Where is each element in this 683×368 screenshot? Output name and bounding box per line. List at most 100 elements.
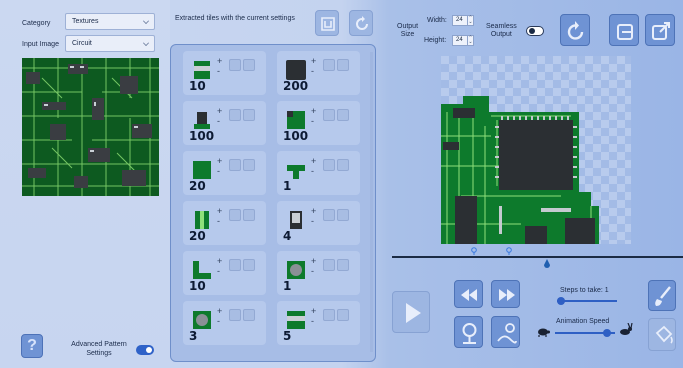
lock-tile-icon[interactable]: [229, 159, 241, 171]
decrease-weight-button[interactable]: -: [311, 266, 314, 276]
lock-tile-icon[interactable]: [229, 259, 241, 271]
lock-tile-icon[interactable]: [229, 209, 241, 221]
decrease-weight-button[interactable]: -: [217, 166, 220, 176]
increase-weight-button[interactable]: +: [217, 256, 222, 266]
decrease-weight-button[interactable]: -: [217, 316, 220, 326]
tile-card[interactable]: 5 + -: [277, 301, 360, 345]
decrease-weight-button[interactable]: -: [311, 66, 314, 76]
paint-bucket-icon: [655, 325, 673, 344]
seamless-toggle[interactable]: [526, 26, 544, 36]
timeline-marker-icon[interactable]: [471, 247, 477, 255]
increase-weight-button[interactable]: +: [217, 306, 222, 316]
decrease-weight-button[interactable]: -: [217, 116, 220, 126]
height-spinner[interactable]: 24 ⌃ ⌄: [452, 35, 474, 46]
lock-tile-icon[interactable]: [323, 309, 335, 321]
tile-card[interactable]: 20 + -: [183, 151, 266, 195]
refresh-tiles-button[interactable]: [349, 10, 373, 36]
rotate-tile-icon[interactable]: [243, 259, 255, 271]
fast-forward-button[interactable]: [491, 280, 520, 308]
decrease-weight-button[interactable]: -: [311, 216, 314, 226]
steps-slider[interactable]: [557, 297, 617, 305]
rotate-tile-icon[interactable]: [337, 309, 349, 321]
category-select[interactable]: Textures: [65, 13, 155, 30]
rotate-tile-icon[interactable]: [337, 209, 349, 221]
timeline-bar[interactable]: [392, 256, 683, 258]
lock-tile-icon[interactable]: [229, 309, 241, 321]
tile-card[interactable]: 1 + -: [277, 251, 360, 295]
lock-tile-icon[interactable]: [323, 259, 335, 271]
play-button[interactable]: [392, 291, 430, 333]
increase-weight-button[interactable]: +: [311, 106, 316, 116]
rotate-tile-icon[interactable]: [243, 159, 255, 171]
add-marker-button[interactable]: [454, 316, 483, 348]
rewind-button[interactable]: [454, 280, 483, 308]
playhead-icon[interactable]: [544, 259, 550, 269]
help-button[interactable]: ?: [21, 334, 43, 358]
tile-card[interactable]: 10 + -: [183, 51, 266, 95]
rotate-tile-icon[interactable]: [243, 59, 255, 71]
tile-card[interactable]: 200 + -: [277, 51, 360, 95]
rotate-tile-icon[interactable]: [337, 59, 349, 71]
tile-count: 5: [283, 329, 292, 343]
rotate-tile-icon[interactable]: [337, 259, 349, 271]
save-icon: [617, 24, 633, 40]
lock-tile-icon[interactable]: [229, 109, 241, 121]
spinner-arrows-icon[interactable]: ⌃ ⌄: [467, 16, 473, 25]
paint-button[interactable]: [648, 280, 676, 311]
decrease-weight-button[interactable]: -: [217, 216, 220, 226]
tile-card[interactable]: 3 + -: [183, 301, 266, 345]
increase-weight-button[interactable]: +: [217, 206, 222, 216]
restart-button[interactable]: [560, 14, 590, 46]
timeline-marker-icon[interactable]: [506, 247, 512, 255]
decrease-weight-button[interactable]: -: [217, 66, 220, 76]
tile-card[interactable]: 1 + -: [277, 151, 360, 195]
tile-count: 1: [283, 279, 292, 293]
tile-card[interactable]: 100 + -: [183, 101, 266, 145]
rotate-tile-icon[interactable]: [243, 209, 255, 221]
decrease-weight-button[interactable]: -: [311, 166, 314, 176]
marker-options-button[interactable]: [491, 316, 520, 348]
tile-card[interactable]: 20 + -: [183, 201, 266, 245]
seamless-label-line2: Output: [490, 31, 512, 38]
lock-tile-icon[interactable]: [323, 159, 335, 171]
increase-weight-button[interactable]: +: [311, 156, 316, 166]
tile-card[interactable]: 10 + -: [183, 251, 266, 295]
increase-weight-button[interactable]: +: [311, 56, 316, 66]
decrease-weight-button[interactable]: -: [311, 316, 314, 326]
tile-count: 4: [283, 229, 292, 243]
advanced-settings-toggle[interactable]: [136, 345, 154, 355]
export-button[interactable]: [645, 14, 675, 46]
save-button[interactable]: [609, 14, 639, 46]
rotate-tile-icon[interactable]: [243, 309, 255, 321]
output-canvas[interactable]: [441, 56, 631, 244]
increase-weight-button[interactable]: +: [217, 156, 222, 166]
increase-weight-button[interactable]: +: [311, 306, 316, 316]
width-spinner[interactable]: 24 ⌃ ⌄: [452, 15, 474, 26]
rotate-tile-icon[interactable]: [243, 109, 255, 121]
animation-speed-slider[interactable]: [555, 329, 615, 337]
lock-tile-icon[interactable]: [323, 109, 335, 121]
lock-tile-icon[interactable]: [323, 209, 335, 221]
fill-button[interactable]: [648, 318, 676, 351]
decrease-weight-button[interactable]: -: [311, 116, 314, 126]
decrease-weight-button[interactable]: -: [217, 266, 220, 276]
tiles-scrollbar[interactable]: [370, 52, 373, 352]
rotate-tile-icon[interactable]: [337, 159, 349, 171]
slider-thumb[interactable]: [557, 297, 565, 305]
output-size-label-line2: Size: [400, 31, 415, 38]
increase-weight-button[interactable]: +: [217, 106, 222, 116]
tile-shape-button[interactable]: [315, 10, 339, 36]
tile-card[interactable]: 4 + -: [277, 201, 360, 245]
spinner-arrows-icon[interactable]: ⌃ ⌄: [467, 36, 473, 45]
lock-tile-icon[interactable]: [323, 59, 335, 71]
increase-weight-button[interactable]: +: [311, 256, 316, 266]
lock-tile-icon[interactable]: [229, 59, 241, 71]
tile-card[interactable]: 100 + -: [277, 101, 360, 145]
tile-count: 10: [189, 79, 206, 93]
increase-weight-button[interactable]: +: [217, 56, 222, 66]
rotate-tile-icon[interactable]: [337, 109, 349, 121]
input-image-label: Input Image: [22, 41, 59, 48]
input-image-select[interactable]: Circuit: [65, 35, 155, 52]
slider-thumb[interactable]: [603, 329, 611, 337]
increase-weight-button[interactable]: +: [311, 206, 316, 216]
